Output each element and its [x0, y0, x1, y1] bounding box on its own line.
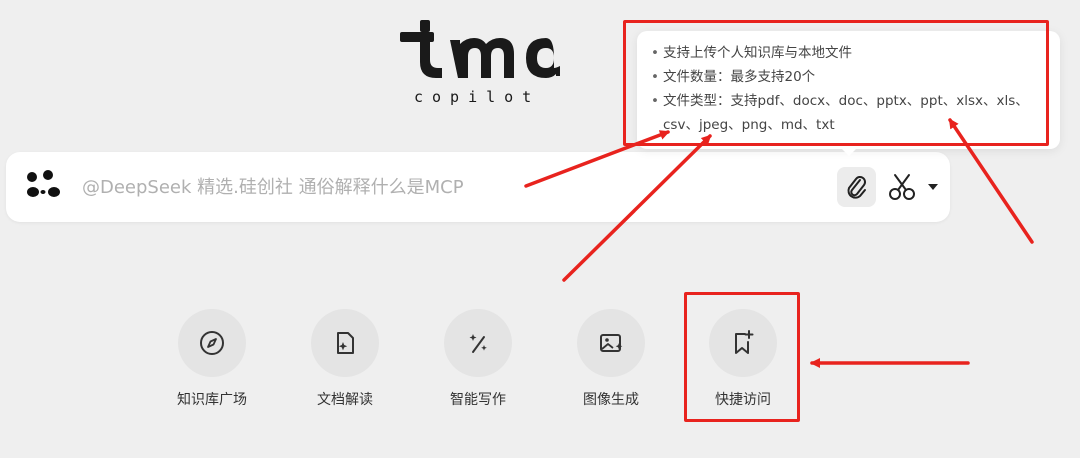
tooltip-list: 支持上传个人知识库与本地文件 文件数量：最多支持20个 文件类型：支持pdf、d…: [651, 41, 1046, 137]
action-label: 文档解读: [317, 392, 373, 408]
action-knowledge-square[interactable]: 知识库广场: [157, 309, 267, 419]
magic-wand-icon: [469, 334, 487, 353]
caret-down-icon: [928, 184, 938, 190]
action-smart-writing[interactable]: 智能写作: [423, 309, 533, 419]
search-input[interactable]: [82, 172, 782, 202]
action-circle: [444, 309, 512, 377]
action-circle: [709, 309, 777, 377]
action-circle: [577, 309, 645, 377]
tooltip-item: 支持上传个人知识库与本地文件: [651, 41, 1046, 65]
document-sparkle-icon: [337, 332, 354, 354]
action-circle: [178, 309, 246, 377]
action-label: 知识库广场: [177, 392, 247, 408]
screenshot-button[interactable]: [884, 169, 920, 205]
paperclip-icon: [847, 176, 866, 199]
compass-icon: [200, 331, 224, 355]
panda-icon: [27, 170, 60, 197]
logo-subtitle: copilot: [414, 88, 541, 106]
tooltip-item: 文件类型：支持pdf、docx、doc、pptx、ppt、xlsx、xls、cs…: [651, 89, 1046, 137]
scissors-icon: [889, 174, 915, 200]
screenshot-options-button[interactable]: [926, 180, 940, 194]
action-document-reading[interactable]: 文档解读: [290, 309, 400, 419]
action-label: 快捷访问: [715, 392, 771, 408]
tooltip-item: 文件数量：最多支持20个: [651, 65, 1046, 89]
action-quick-access[interactable]: 快捷访问: [688, 309, 798, 419]
action-circle: [311, 309, 379, 377]
action-image-generation[interactable]: 图像生成: [556, 309, 666, 419]
ima-wordmark: [400, 20, 560, 78]
upload-info-tooltip: 支持上传个人知识库与本地文件 文件数量：最多支持20个 文件类型：支持pdf、d…: [637, 31, 1060, 149]
ima-logo: copilot: [398, 16, 560, 106]
action-label: 智能写作: [450, 392, 506, 408]
bookmark-plus-icon: [735, 330, 754, 354]
tooltip-pointer: [840, 147, 858, 156]
action-label: 图像生成: [583, 392, 639, 408]
image-sparkle-icon: [600, 334, 623, 352]
search-box[interactable]: [6, 152, 950, 222]
attach-file-button[interactable]: [837, 167, 876, 207]
